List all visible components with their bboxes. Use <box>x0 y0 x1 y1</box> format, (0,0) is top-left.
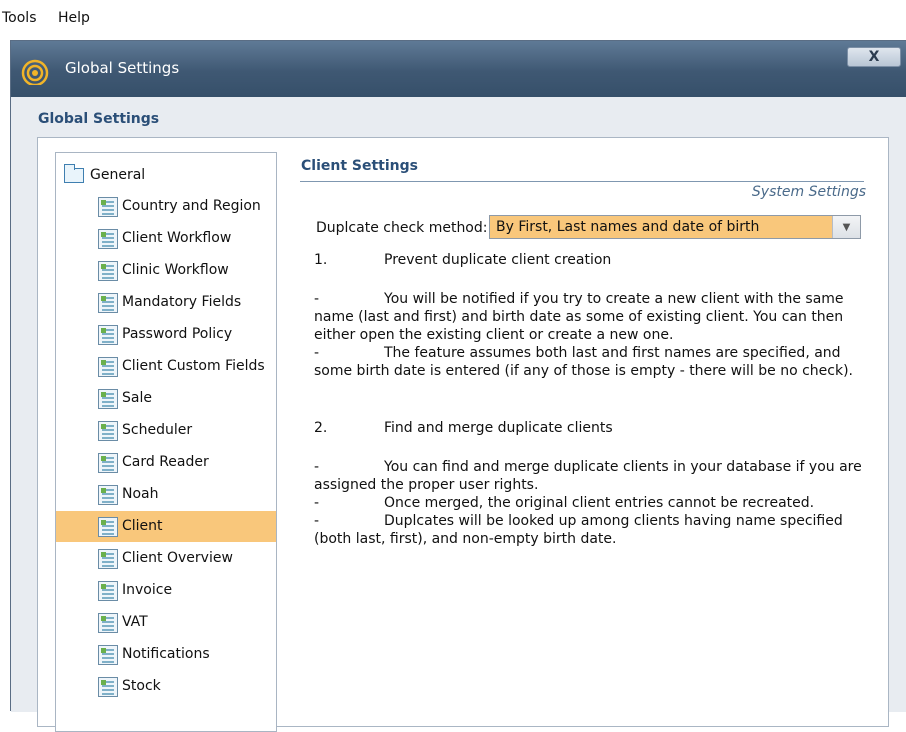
tree-item-client-workflow[interactable]: Client Workflow <box>56 223 276 254</box>
settings-page-icon <box>98 229 118 249</box>
bullet-text-cont: assigned the proper user rights. <box>314 477 539 493</box>
section-title: Global Settings <box>38 111 160 127</box>
tree-item-password-policy[interactable]: Password Policy <box>56 319 276 350</box>
tree-item-card-reader[interactable]: Card Reader <box>56 447 276 478</box>
settings-page-icon <box>98 517 118 537</box>
tree-item-label: Card Reader <box>122 454 209 470</box>
tree-item-vat[interactable]: VAT <box>56 607 276 638</box>
tree-root-general[interactable]: General <box>64 161 145 189</box>
bullet-text: You will be notified if you try to creat… <box>384 291 844 307</box>
tree-item-noah[interactable]: Noah <box>56 479 276 510</box>
bullet-dash: - <box>314 495 320 511</box>
section2-bullet1: - You can find and merge duplicate client… <box>314 458 874 494</box>
close-icon: X <box>868 49 880 65</box>
tree-item-client-overview[interactable]: Client Overview <box>56 543 276 574</box>
bullet-dash: - <box>314 291 320 307</box>
app-logo-icon <box>21 59 49 85</box>
bullet-text: Duplcates will be looked up among client… <box>384 513 843 529</box>
title-bar[interactable]: Global Settings X <box>11 41 906 97</box>
settings-page-icon <box>98 421 118 441</box>
tree-item-label: Client <box>122 518 163 534</box>
client-settings-header: Client Settings <box>300 158 864 182</box>
settings-page-icon <box>98 613 118 633</box>
tree-item-sale[interactable]: Sale <box>56 383 276 414</box>
menu-help[interactable]: Help <box>58 10 90 26</box>
settings-page-icon <box>98 261 118 281</box>
settings-page-icon <box>98 453 118 473</box>
tree-item-label: Client Custom Fields <box>122 358 265 374</box>
section2-bullet2: - Once merged, the original client entrie… <box>314 494 874 512</box>
global-settings-window: Global Settings X Global Settings Genera… <box>10 40 906 732</box>
section1-bullet2: - The feature assumes both last and first… <box>314 344 874 380</box>
settings-page-icon <box>98 549 118 569</box>
section2-heading: Find and merge duplicate clients <box>384 420 613 436</box>
tree-item-client-custom-fields[interactable]: Client Custom Fields <box>56 351 276 382</box>
tree-item-invoice[interactable]: Invoice <box>56 575 276 606</box>
bullet-text-cont: name (last and first) and birth date as … <box>314 309 844 343</box>
tree-item-label: Stock <box>122 678 161 694</box>
tree-item-stock[interactable]: Stock <box>56 671 276 702</box>
tree-item-label: Notifications <box>122 646 210 662</box>
menu-tools[interactable]: Tools <box>2 10 37 26</box>
settings-page-icon <box>98 645 118 665</box>
settings-page-icon <box>98 485 118 505</box>
settings-page-icon <box>98 389 118 409</box>
system-settings-link[interactable]: System Settings <box>678 184 866 200</box>
tree-item-clinic-workflow[interactable]: Clinic Workflow <box>56 255 276 286</box>
chevron-down-icon[interactable]: ▼ <box>832 216 860 238</box>
settings-page-icon <box>98 197 118 217</box>
tree-item-label: VAT <box>122 614 148 630</box>
tree-item-label: Client Overview <box>122 550 233 566</box>
bullet-text: You can find and merge duplicate clients… <box>384 459 862 475</box>
tree-item-country-and-region[interactable]: Country and Region <box>56 191 276 222</box>
duplicate-check-value: By First, Last names and date of birth <box>496 219 760 235</box>
bullet-text: Once merged, the original client entries… <box>384 495 815 511</box>
bullet-text: The feature assumes both last and first … <box>384 345 841 361</box>
duplicate-check-label: Duplcate check method: <box>316 220 488 236</box>
tree-item-label: Country and Region <box>122 198 261 214</box>
section1-number: 1. <box>314 252 328 268</box>
tree-root-label: General <box>90 167 146 183</box>
bullet-dash: - <box>314 459 320 475</box>
tree-item-label: Scheduler <box>122 422 193 438</box>
bullet-dash: - <box>314 513 320 529</box>
tree-item-label: Clinic Workflow <box>122 262 229 278</box>
bullet-dash: - <box>314 345 320 361</box>
tree-item-mandatory-fields[interactable]: Mandatory Fields <box>56 287 276 318</box>
settings-page-icon <box>98 581 118 601</box>
settings-page-icon <box>98 293 118 313</box>
tree-item-label: Mandatory Fields <box>122 294 242 310</box>
section1-bullet1: - You will be notified if you try to crea… <box>314 290 874 344</box>
tree-item-label: Client Workflow <box>122 230 232 246</box>
dialog-body: Global Settings General Country and Regi… <box>11 97 906 732</box>
settings-page-icon <box>98 357 118 377</box>
tree-item-notifications[interactable]: Notifications <box>56 639 276 670</box>
section2-number: 2. <box>314 420 328 436</box>
window-title: Global Settings <box>65 59 180 77</box>
bullet-text-cont: some birth date is entered (if any of th… <box>314 363 853 379</box>
section2-bullet3: - Duplcates will be looked up among clien… <box>314 512 874 548</box>
bullet-text-cont: (both last, first), and non-empty birth … <box>314 531 617 547</box>
settings-page-icon <box>98 325 118 345</box>
tree-item-label: Noah <box>122 486 159 502</box>
tree-item-label: Invoice <box>122 582 173 598</box>
settings-page-icon <box>98 677 118 697</box>
client-settings-title: Client Settings <box>301 158 418 174</box>
content-frame: General Country and Region Client Workfl… <box>37 137 889 732</box>
tree-item-client[interactable]: Client <box>56 511 276 542</box>
tree-item-label: Sale <box>122 390 152 406</box>
section1-heading: Prevent duplicate client creation <box>384 252 612 268</box>
folder-icon <box>64 163 84 183</box>
tree-item-label: Password Policy <box>122 326 233 342</box>
duplicate-check-select[interactable]: By First, Last names and date of birth ▼ <box>489 215 861 239</box>
tree-item-scheduler[interactable]: Scheduler <box>56 415 276 446</box>
settings-tree[interactable]: General Country and Region Client Workfl… <box>55 152 277 732</box>
close-button[interactable]: X <box>847 47 901 67</box>
menu-bar: Tools Help <box>0 0 906 38</box>
